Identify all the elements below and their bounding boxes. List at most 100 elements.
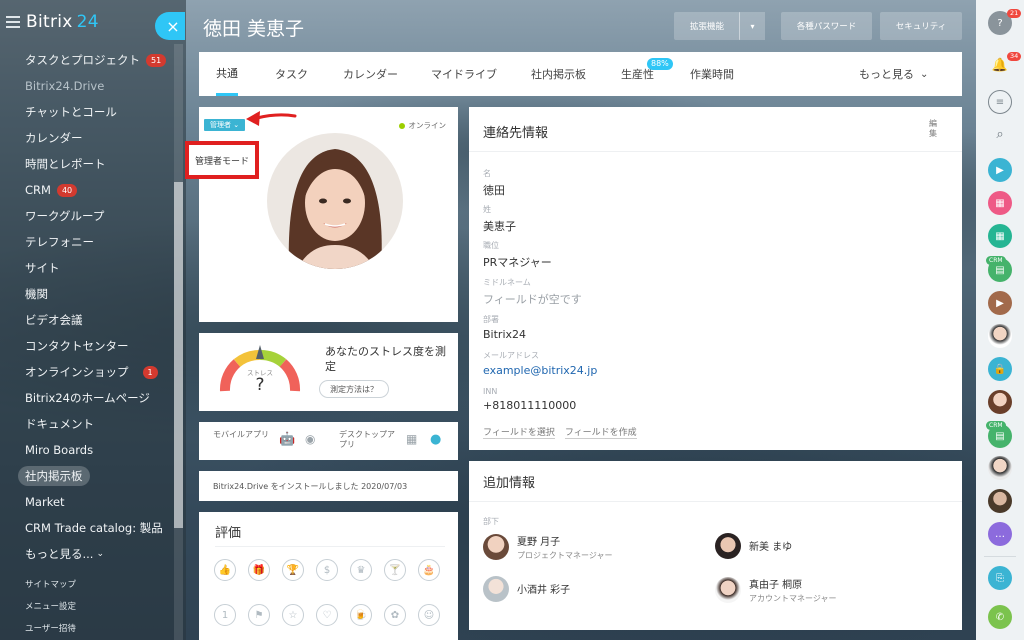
chat-icon[interactable]: ≡ xyxy=(988,90,1012,114)
calendar-green-icon[interactable]: ▦ xyxy=(988,224,1012,248)
sidebar-item-online-shop[interactable]: オンラインショップ 1 xyxy=(0,359,186,385)
field-value: PRマネジャー xyxy=(483,256,552,269)
sidebar-scrollbar-thumb[interactable] xyxy=(174,182,183,528)
crown-icon[interactable]: ♛ xyxy=(350,559,372,581)
calendar-pink-icon[interactable]: ▦ xyxy=(988,191,1012,215)
menu-settings-link[interactable]: メニュー設定 xyxy=(0,595,186,617)
sidebar-item-more[interactable]: もっと見る... ⌄ xyxy=(0,541,186,567)
sidebar-item-label: CRM xyxy=(25,183,51,197)
video-call-icon[interactable]: ▶ xyxy=(988,158,1012,182)
edit-link[interactable]: 編集 xyxy=(929,119,939,139)
how-to-measure-button[interactable]: 測定方法は？ xyxy=(319,380,389,398)
sitemap-link[interactable]: サイトマップ xyxy=(0,573,186,595)
field-label: 職位 xyxy=(483,241,499,250)
sidebar-item-label: カレンダー xyxy=(25,131,83,145)
export-icon[interactable]: ⎘ xyxy=(988,566,1012,590)
person-item[interactable]: 新美 まゆ xyxy=(715,533,792,559)
user-avatar-icon[interactable] xyxy=(988,390,1012,414)
android-icon[interactable]: 🤖 xyxy=(279,432,295,447)
person-item[interactable]: 真由子 桐原 アカウントマネージャー xyxy=(715,576,836,604)
sidebar-item-workgroups[interactable]: ワークグループ xyxy=(0,203,186,229)
user-avatar-icon[interactable] xyxy=(988,489,1012,513)
tab-label: マイドライブ xyxy=(431,68,497,81)
left-sidebar: Bitrix 24 × タスクとプロジェクト 51 Bitrix24.Drive チ… xyxy=(0,0,186,640)
sidebar-item-news-feed[interactable]: 社内掲示板 xyxy=(0,463,186,489)
number-one-icon[interactable]: 1 xyxy=(214,604,236,626)
flag-icon[interactable]: ⚑ xyxy=(248,604,270,626)
tab-news-feed[interactable]: 社内掲示板 xyxy=(531,52,586,96)
beer-icon[interactable]: 🍺 xyxy=(350,604,372,626)
sidebar-item-drive[interactable]: Bitrix24.Drive xyxy=(0,73,186,99)
apple-desktop-icon[interactable]: ● xyxy=(430,432,441,447)
person-item[interactable]: 小酒井 彩子 xyxy=(483,576,570,602)
lock-icon[interactable]: 🔒 xyxy=(988,357,1012,381)
sidebar-item-homepage[interactable]: Bitrix24のホームページ xyxy=(0,385,186,411)
smile-icon[interactable]: ☺ xyxy=(418,604,440,626)
extended-features-caret[interactable]: ▾ xyxy=(739,12,765,40)
admin-role-dropdown[interactable]: 管理者 ⌄ xyxy=(204,119,246,131)
tab-work-time[interactable]: 作業時間 xyxy=(690,52,734,96)
tab-tasks[interactable]: タスク xyxy=(275,52,308,96)
security-button[interactable]: セキュリティ xyxy=(880,12,962,40)
tab-calendar[interactable]: カレンダー xyxy=(343,52,398,96)
sidebar-item-label: ワークグループ xyxy=(25,209,105,223)
video-brown-icon[interactable]: ▶ xyxy=(988,291,1012,315)
trophy-icon[interactable]: 🏆 xyxy=(282,559,304,581)
field-department: 部署 Bitrix24 xyxy=(483,314,526,341)
chat-purple-icon[interactable]: … xyxy=(988,522,1012,546)
sidebar-item-telephony[interactable]: テレフォニー xyxy=(0,229,186,255)
notifications-badge: 34 xyxy=(1007,52,1022,61)
sidebar-item-documents[interactable]: ドキュメント xyxy=(0,411,186,437)
bitrix-logo[interactable]: Bitrix 24 xyxy=(26,12,99,32)
money-icon[interactable]: $ xyxy=(316,559,338,581)
user-avatar-icon[interactable] xyxy=(988,456,1012,480)
tab-general[interactable]: 共通 xyxy=(216,52,238,96)
gift-icon[interactable]: 🎁 xyxy=(248,559,270,581)
sidebar-item-organization[interactable]: 機関 xyxy=(0,281,186,307)
windows-icon[interactable]: ▦ xyxy=(406,432,417,446)
sidebar-item-sites[interactable]: サイト xyxy=(0,255,186,281)
sidebar-item-video-conference[interactable]: ビデオ会議 xyxy=(0,307,186,333)
tab-more[interactable]: もっと見る ⌄ xyxy=(859,52,928,96)
create-field-link[interactable]: フィールドを作成 xyxy=(564,425,637,439)
passwords-button[interactable]: 各種パスワード xyxy=(781,12,872,40)
tab-my-drive[interactable]: マイドライブ xyxy=(431,52,497,96)
sidebar-item-trade-catalog[interactable]: CRM Trade catalog: 製品 xyxy=(0,515,186,541)
logo-row: Bitrix 24 xyxy=(6,10,99,34)
sidebar-item-market[interactable]: Market xyxy=(0,489,186,515)
hamburger-icon[interactable] xyxy=(6,16,20,28)
profile-avatar[interactable] xyxy=(267,133,403,269)
field-value: Bitrix24 xyxy=(483,328,527,341)
heart-icon[interactable]: ♡ xyxy=(316,604,338,626)
star-icon[interactable]: ☆ xyxy=(282,604,304,626)
sidebar-item-crm[interactable]: CRM 40 xyxy=(0,177,186,203)
sidebar-item-tasks[interactable]: タスクとプロジェクト 51 xyxy=(0,47,186,73)
person-item[interactable]: 夏野 月子 プロジェクトマネージャー xyxy=(483,533,612,561)
admin-mode-menu-item[interactable]: 管理者モード xyxy=(185,141,259,179)
sidebar-item-miro[interactable]: Miro Boards xyxy=(0,437,186,463)
search-icon[interactable]: ⌕ xyxy=(988,122,1012,146)
phone-icon[interactable]: ✆ xyxy=(988,605,1012,629)
user-avatar-icon[interactable] xyxy=(988,324,1012,348)
cake-icon[interactable]: 🎂 xyxy=(418,559,440,581)
apple-mobile-icon[interactable]: ◉ xyxy=(305,432,315,446)
thumbs-up-icon[interactable]: 👍 xyxy=(214,559,236,581)
select-field-link[interactable]: フィールドを選択 xyxy=(483,425,555,439)
sidebar-item-chat[interactable]: チャットとコール xyxy=(0,99,186,125)
invite-users-link[interactable]: ユーザー招待 xyxy=(0,617,186,639)
sidebar-item-time-reports[interactable]: 時間とレポート xyxy=(0,151,186,177)
extended-features-button[interactable]: 拡張機能 xyxy=(674,12,740,40)
sidebar-item-contact-center[interactable]: コンタクトセンター xyxy=(0,333,186,359)
cocktail-icon[interactable]: 🍸 xyxy=(384,559,406,581)
close-icon[interactable]: × xyxy=(155,12,185,40)
email-link[interactable]: example@bitrix24.jp xyxy=(483,364,597,377)
sidebar-item-label: CRM Trade catalog: 製品 xyxy=(25,521,163,535)
sidebar-item-calendar[interactable]: カレンダー xyxy=(0,125,186,151)
field-label: 姓 xyxy=(483,205,491,214)
count-badge: 51 xyxy=(146,53,167,67)
field-value: フィールドが空です xyxy=(483,293,582,306)
tab-label: 共通 xyxy=(216,66,238,80)
additional-info-title: 追加情報 xyxy=(483,476,536,491)
flower-icon[interactable]: ✿ xyxy=(384,604,406,626)
sidebar-item-label: ビデオ会議 xyxy=(25,313,83,327)
